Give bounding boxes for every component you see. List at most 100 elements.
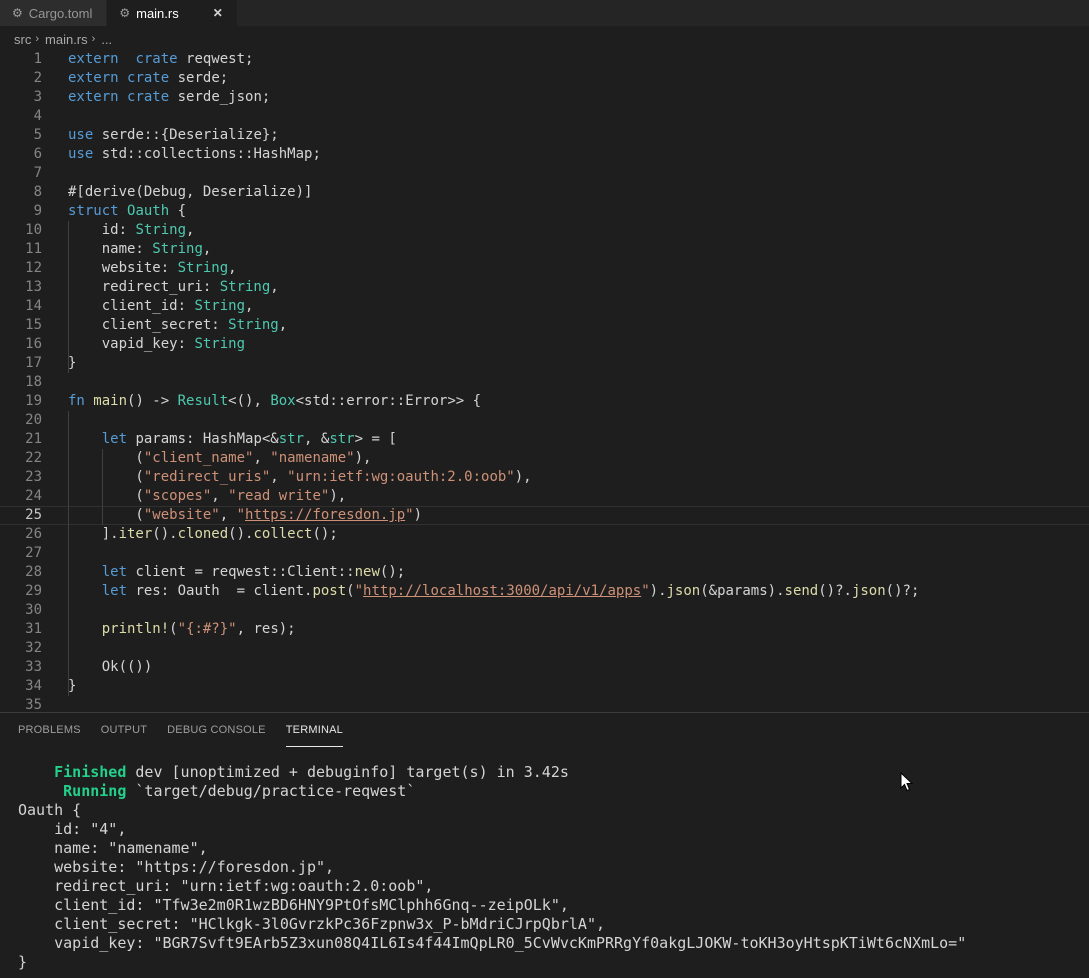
code-line[interactable]: 5 use serde::{Deserialize};: [0, 126, 1089, 145]
code-token: "{:#?}": [177, 621, 237, 637]
code-token: ().: [228, 526, 254, 542]
code-line[interactable]: 34}: [0, 677, 1089, 696]
line-number: 27: [25, 545, 42, 561]
code-line[interactable]: 3 extern crate serde_json;: [0, 88, 1089, 107]
code-token: use: [68, 146, 94, 162]
terminal-output[interactable]: Finished dev [unoptimized + debuginfo] t…: [0, 763, 1089, 972]
terminal-token: Running: [18, 782, 127, 800]
code-token: extern: [68, 51, 119, 67]
code-line[interactable]: 21 let params: HashMap<&str, &str> = [: [0, 430, 1089, 449]
breadcrumb-item-symbol[interactable]: ...: [101, 32, 112, 47]
code-line[interactable]: 35: [0, 696, 1089, 712]
code-line[interactable]: 18: [0, 373, 1089, 392]
code-token: str: [329, 431, 355, 447]
chevron-right-icon: ›: [35, 33, 40, 45]
line-number: 21: [25, 431, 42, 447]
code-line[interactable]: 6 use std::collections::HashMap;: [0, 145, 1089, 164]
code-token: ,: [186, 222, 195, 238]
code-text: struct Oauth {: [68, 202, 186, 221]
code-token: "redirect_uris": [143, 469, 271, 485]
code-line[interactable]: 10 id: String,: [0, 221, 1089, 240]
code-line[interactable]: 11 name: String,: [0, 240, 1089, 259]
code-token: println!: [101, 621, 170, 637]
code-line[interactable]: 30: [0, 601, 1089, 620]
code-line[interactable]: 23 ("redirect_uris", "urn:ietf:wg:oauth:…: [0, 468, 1089, 487]
code-token: ): [413, 507, 423, 523]
code-token: client_id:: [68, 298, 195, 314]
code-token: json: [666, 583, 701, 599]
code-token: res: Oauth = client.: [127, 583, 313, 599]
code-line[interactable]: 14 client_id: String,: [0, 297, 1089, 316]
code-line[interactable]: 27: [0, 544, 1089, 563]
terminal-line: vapid_key: "BGR7Svft9EArb5Z3xun08Q4IL6Is…: [0, 934, 1089, 953]
code-line[interactable]: 1 extern crate reqwest;: [0, 50, 1089, 69]
code-token: {: [169, 203, 187, 219]
code-token: ,: [278, 317, 288, 333]
code-token: (: [169, 621, 178, 637]
tab-debug-console[interactable]: DEBUG CONSOLE: [167, 713, 266, 747]
tab-cargo-toml[interactable]: ⚙ Cargo.toml: [0, 0, 108, 26]
code-line[interactable]: 2 extern crate serde;: [0, 69, 1089, 88]
line-number: 9: [33, 203, 42, 219]
editor-tab-bar: ⚙ Cargo.toml ⚙ main.rs ✕: [0, 0, 1089, 26]
line-number: 29: [25, 583, 42, 599]
tab-output[interactable]: OUTPUT: [101, 713, 147, 747]
code-line[interactable]: 12 website: String,: [0, 259, 1089, 278]
line-number: 5: [33, 127, 42, 143]
code-line[interactable]: 13 redirect_uri: String,: [0, 278, 1089, 297]
code-token: , res);: [236, 621, 296, 637]
code-line[interactable]: 8 #[derive(Debug, Deserialize)]: [0, 183, 1089, 202]
code-line[interactable]: 29 let res: Oauth = client.post("http://…: [0, 582, 1089, 601]
code-token: "urn:ietf:wg:oauth:2.0:oob": [287, 469, 515, 485]
breadcrumb-item-src[interactable]: src: [14, 32, 31, 47]
code-line[interactable]: 33 Ok(()): [0, 658, 1089, 677]
code-text: ].iter().cloned().collect();: [68, 525, 338, 544]
code-line[interactable]: 32: [0, 639, 1089, 658]
code-line[interactable]: 31 println!("{:#?}", res);: [0, 620, 1089, 639]
code-line[interactable]: 19 fn main() -> Result<(), Box<std::error…: [0, 392, 1089, 411]
breadcrumb-item-file[interactable]: main.rs: [45, 32, 88, 47]
code-line[interactable]: 28 let client = reqwest::Client::new();: [0, 563, 1089, 582]
terminal-token: name: "namename",: [18, 839, 208, 857]
code-token: params: HashMap<&: [127, 431, 279, 447]
terminal-token: vapid_key: "BGR7Svft9EArb5Z3xun08Q4IL6Is…: [18, 934, 967, 952]
tab-problems[interactable]: PROBLEMS: [18, 713, 81, 747]
code-editor[interactable]: 1 extern crate reqwest; 2 extern crate serd…: [0, 50, 1089, 712]
code-token: Box: [270, 393, 296, 409]
code-line[interactable]: 25 ("website", "https://foresdon.jp"): [0, 506, 1089, 525]
code-token: let: [101, 564, 128, 580]
terminal-line: Running `target/debug/practice-reqwest`: [0, 782, 1089, 801]
code-token: (&params).: [700, 583, 785, 599]
terminal-token: id: "4",: [18, 820, 127, 838]
code-token: ,: [202, 241, 212, 257]
code-token: ),: [329, 488, 347, 504]
code-token: String: [194, 298, 246, 314]
code-line[interactable]: 9 struct Oauth {: [0, 202, 1089, 221]
tab-terminal[interactable]: TERMINAL: [285, 713, 343, 747]
code-token: (: [68, 469, 144, 485]
code-line[interactable]: 26 ].iter().cloned().collect();: [0, 525, 1089, 544]
tab-main-rs[interactable]: ⚙ main.rs ✕: [107, 0, 238, 26]
line-number: 22: [25, 450, 42, 466]
code-line[interactable]: 24 ("scopes", "read write"),: [0, 487, 1089, 506]
line-number: 31: [25, 621, 42, 637]
terminal-line: Oauth {: [0, 801, 1089, 820]
indent-guide: [102, 449, 103, 525]
code-line[interactable]: 22 ("client_name", "namename"),: [0, 449, 1089, 468]
code-line[interactable]: 20: [0, 411, 1089, 430]
code-line[interactable]: 17}: [0, 354, 1089, 373]
code-line[interactable]: 16 vapid_key: String: [0, 335, 1089, 354]
code-token: str: [278, 431, 305, 447]
terminal-token: }: [18, 953, 28, 971]
line-number: 12: [25, 260, 42, 276]
code-line[interactable]: 15 client_secret: String,: [0, 316, 1089, 335]
code-token: }: [68, 678, 77, 694]
code-token: post: [312, 583, 347, 599]
code-line[interactable]: 7: [0, 164, 1089, 183]
code-text: use serde::{Deserialize};: [68, 126, 279, 145]
code-line[interactable]: 4: [0, 107, 1089, 126]
code-text: vapid_key: String: [68, 335, 245, 354]
close-icon[interactable]: ✕: [213, 6, 223, 20]
code-token: String: [177, 260, 229, 276]
